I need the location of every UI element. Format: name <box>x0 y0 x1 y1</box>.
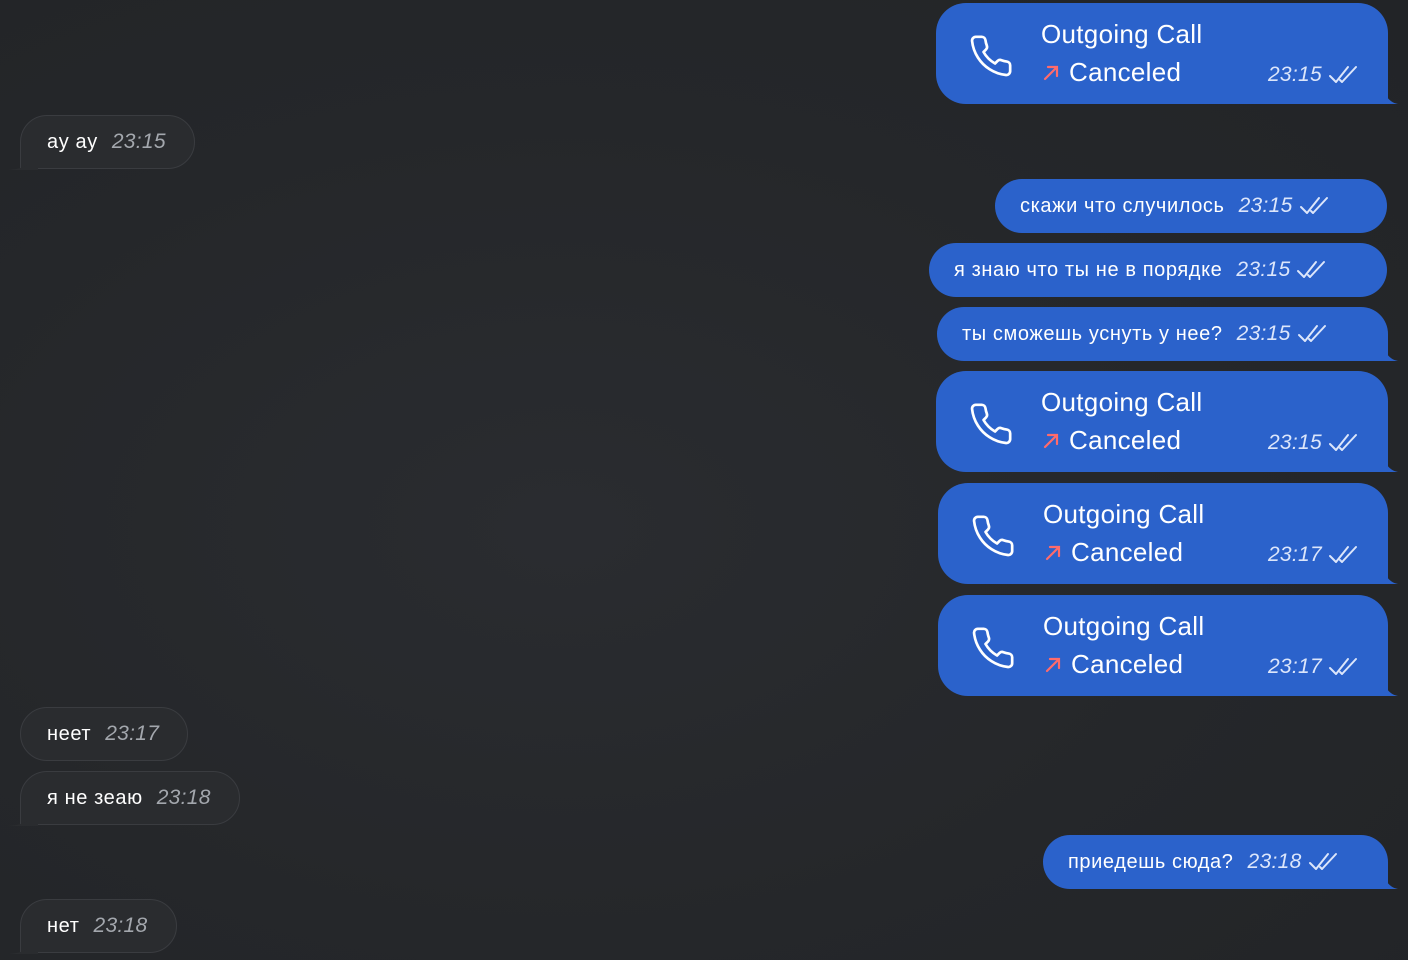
message-time: 23:15 <box>1267 63 1322 86</box>
bubble-tail <box>1382 859 1398 889</box>
message-text: нет <box>47 914 80 937</box>
message-time: 23:18 <box>1247 850 1302 873</box>
bubble-tail <box>8 140 38 170</box>
read-checkmarks-icon <box>1297 325 1326 342</box>
message-bubble[interactable]: Outgoing Call Canceled 23:17 <box>938 595 1388 696</box>
message-text: я знаю что ты не в порядке <box>954 258 1223 281</box>
call-status: Canceled <box>1041 57 1181 88</box>
read-checkmarks-icon <box>1299 197 1328 214</box>
message-time: 23:15 <box>1238 194 1293 217</box>
message-bubble[interactable]: неет 23:17 <box>20 707 189 761</box>
bubble-tail <box>8 796 38 826</box>
read-checkmarks-icon <box>1308 853 1337 870</box>
call-title: Outgoing Call <box>1041 19 1203 49</box>
bubble-tail <box>8 924 38 954</box>
message-text: неет <box>47 722 92 745</box>
call-status-text: Canceled <box>1069 57 1182 87</box>
message-meta: 23:17 <box>1268 543 1360 567</box>
call-status: Canceled <box>1041 425 1181 456</box>
call-title: Outgoing Call <box>1043 499 1205 529</box>
message-bubble[interactable]: скажи что случилось 23:15 <box>995 179 1387 233</box>
message-bubble[interactable]: Outgoing Call Canceled 23:17 <box>938 483 1388 584</box>
bubble-tail <box>1382 331 1398 361</box>
read-checkmarks-icon <box>1329 658 1357 675</box>
call-status: Canceled <box>1043 537 1183 568</box>
phone-icon[interactable] <box>970 513 1016 559</box>
outgoing-arrow-icon <box>1043 433 1059 448</box>
read-checkmarks-icon <box>1329 434 1357 451</box>
outgoing-arrow-icon <box>1045 657 1061 672</box>
read-checkmarks-icon <box>1329 546 1357 563</box>
outgoing-arrow-icon <box>1043 65 1059 80</box>
message-time: 23:15 <box>1236 258 1291 281</box>
message-bubble[interactable]: ты сможешь уснуть у нее? 23:15 <box>937 307 1388 361</box>
message-time: 23:15 <box>1267 431 1322 454</box>
read-checkmarks-icon <box>1329 66 1357 83</box>
chat-background: Outgoing Call Canceled 23:15 ay ay 23:15… <box>0 0 1408 960</box>
call-title: Outgoing Call <box>1043 611 1205 641</box>
message-text: скажи что случилось <box>1020 194 1225 217</box>
message-bubble[interactable]: Outgoing Call Canceled 23:15 <box>936 3 1388 104</box>
phone-icon[interactable] <box>968 33 1014 79</box>
phone-icon[interactable] <box>968 401 1014 447</box>
message-text: ты сможешь уснуть у нее? <box>962 322 1223 345</box>
message-time: 23:17 <box>105 722 160 745</box>
message-meta: 23:15 <box>1268 431 1360 455</box>
message-text: приедешь сюда? <box>1068 850 1234 873</box>
message-time: 23:17 <box>1267 655 1322 678</box>
outgoing-arrow-icon <box>1045 545 1061 560</box>
message-time: 23:18 <box>156 786 211 809</box>
call-status: Canceled <box>1043 649 1183 680</box>
message-bubble[interactable]: нет 23:18 <box>20 899 177 953</box>
message-time: 23:15 <box>1236 322 1291 345</box>
bubble-tail <box>1382 554 1398 584</box>
message-bubble[interactable]: ay ay 23:15 <box>20 115 195 169</box>
message-bubble[interactable]: Outgoing Call Canceled 23:15 <box>936 371 1388 472</box>
read-checkmarks-icon <box>1297 261 1326 278</box>
phone-icon[interactable] <box>970 625 1016 671</box>
call-status-text: Canceled <box>1069 425 1182 455</box>
bubble-tail <box>1382 74 1398 104</box>
call-title: Outgoing Call <box>1041 387 1203 417</box>
message-bubble[interactable]: я не зеаю 23:18 <box>20 771 240 825</box>
message-meta: 23:15 <box>1268 63 1360 87</box>
call-status-text: Canceled <box>1071 649 1184 679</box>
message-bubble[interactable]: приедешь сюда? 23:18 <box>1043 835 1388 889</box>
message-time: 23:17 <box>1267 543 1322 566</box>
message-time: 23:18 <box>93 914 148 937</box>
bubble-tail <box>1382 666 1398 696</box>
call-status-text: Canceled <box>1071 537 1184 567</box>
bubble-tail <box>1382 442 1398 472</box>
message-time: 23:15 <box>111 130 166 153</box>
message-text: ay ay <box>47 130 98 153</box>
message-meta: 23:17 <box>1268 655 1360 679</box>
message-text: я не зеаю <box>47 786 143 809</box>
message-bubble[interactable]: я знаю что ты не в порядке 23:15 <box>929 243 1387 297</box>
